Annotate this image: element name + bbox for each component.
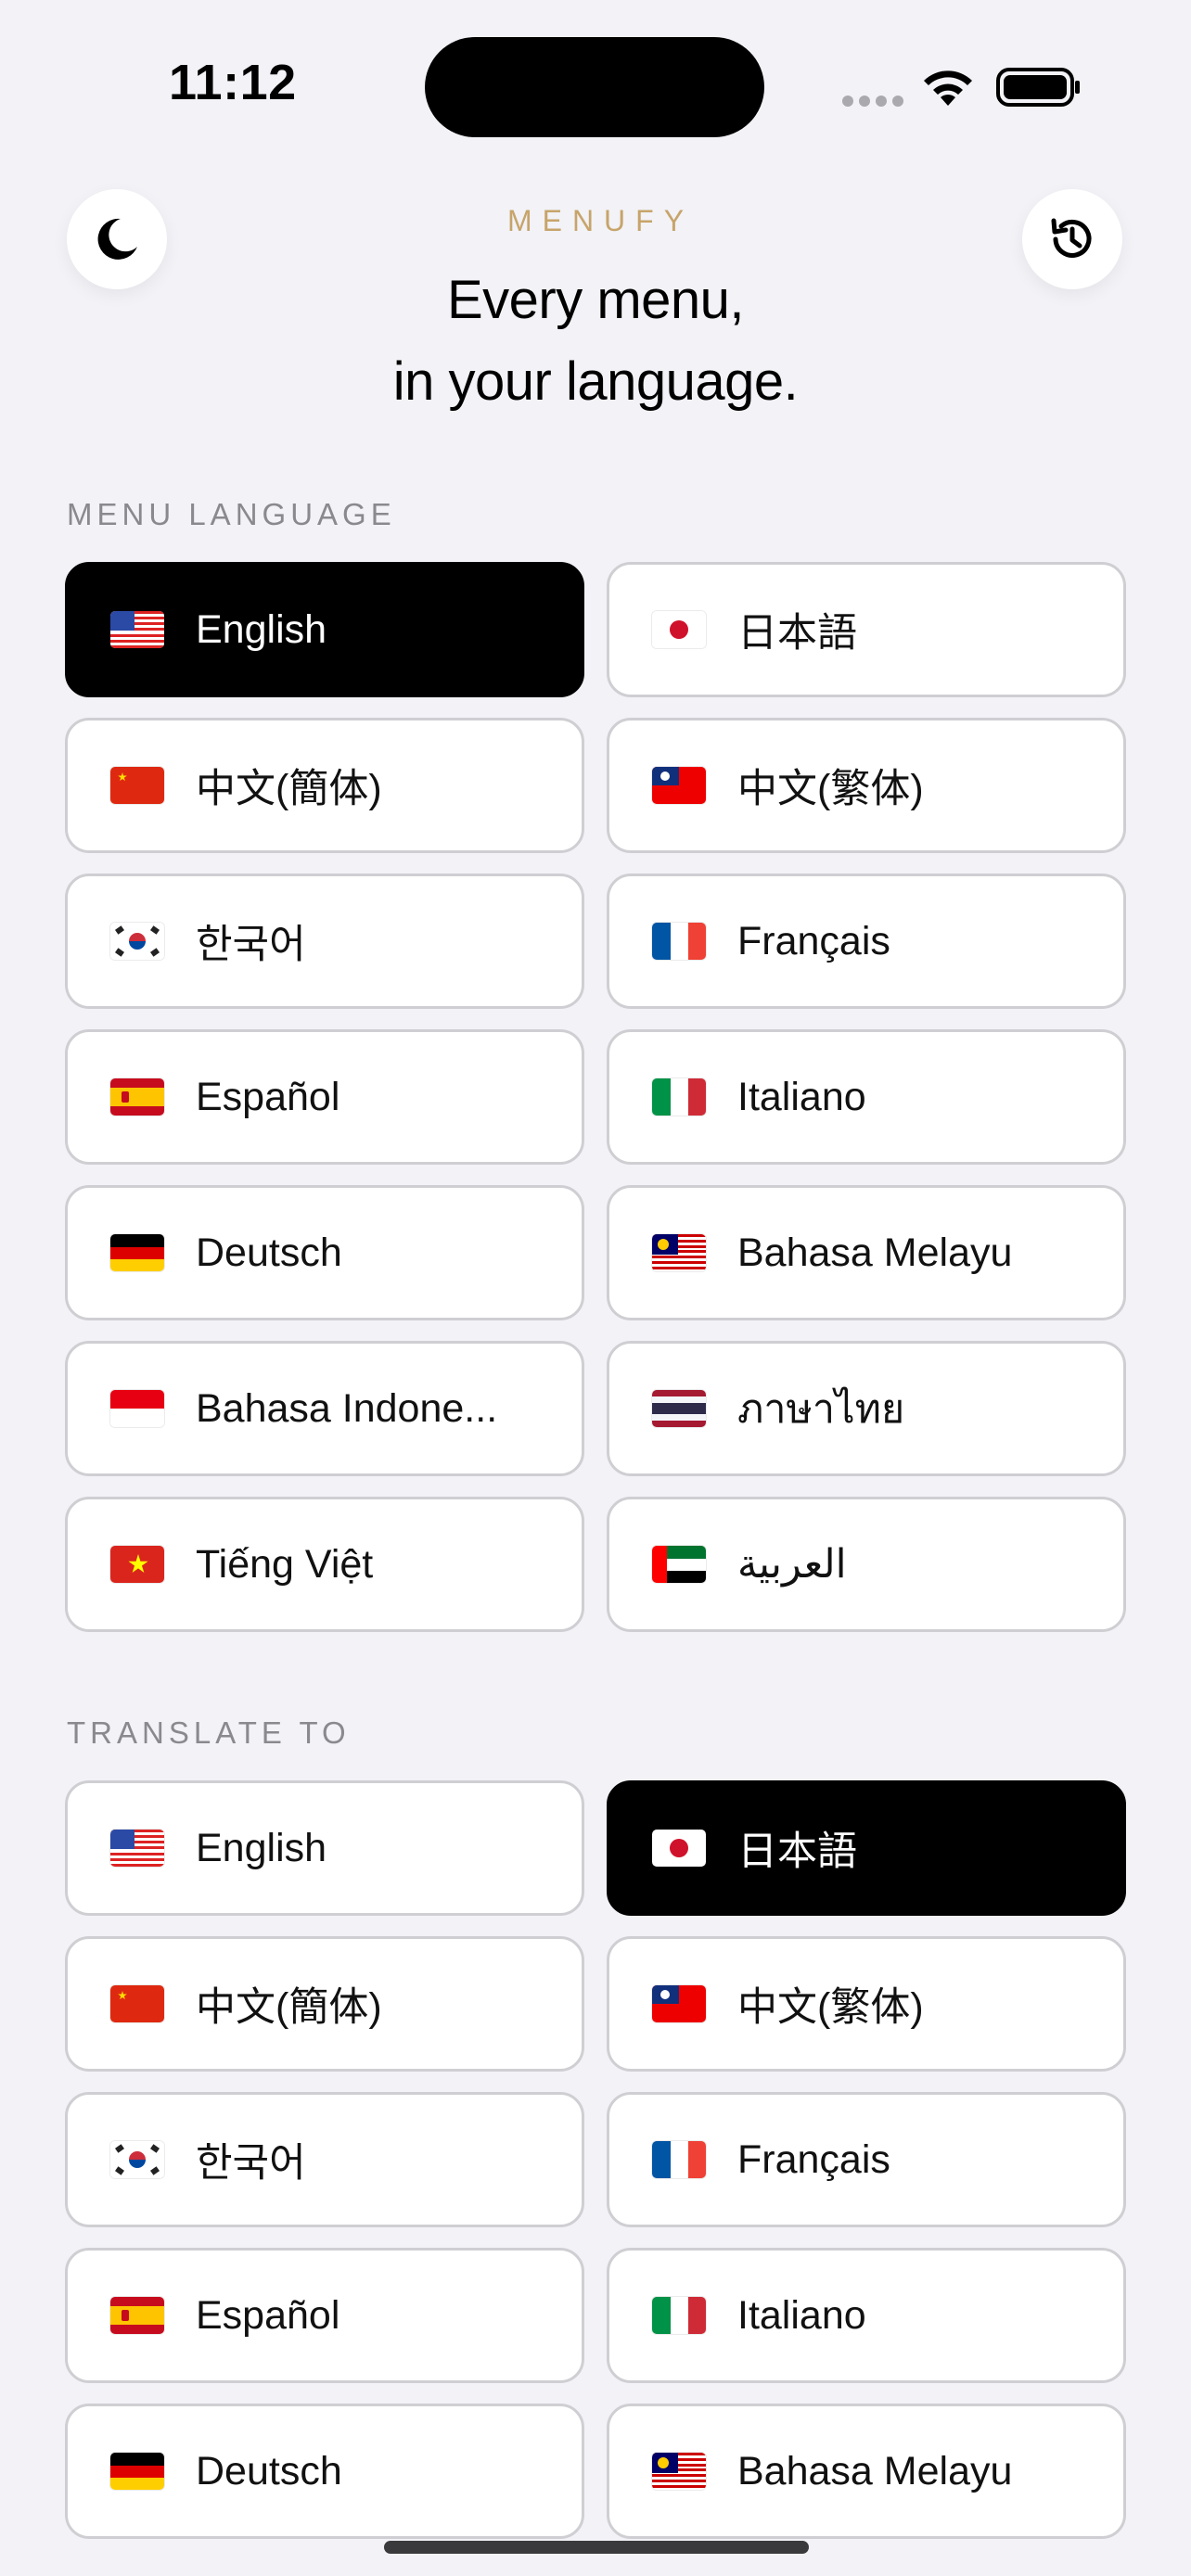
menu-language-option-english[interactable]: English — [65, 562, 584, 697]
headline-line-2: in your language. — [392, 351, 799, 412]
menu-language-option-lang-13[interactable]: العربية — [607, 1497, 1126, 1632]
wifi-icon — [924, 70, 972, 106]
flag-jp-icon — [652, 611, 706, 648]
menu-language-option-fran-ais[interactable]: Français — [607, 874, 1126, 1009]
flag-es-icon — [110, 1078, 164, 1116]
flag-us-icon — [110, 611, 164, 648]
language-label: Français — [737, 918, 890, 963]
app-screen: 11:12 MENUFY Every menu, in your languag… — [0, 0, 1191, 2576]
flag-ae-icon — [652, 1546, 706, 1583]
language-label: 한국어 — [196, 2141, 306, 2186]
flag-it-icon — [652, 1078, 706, 1116]
flag-us-icon — [110, 1830, 164, 1867]
flag-my-icon — [652, 2453, 706, 2490]
language-label: Tiếng Việt — [196, 1541, 374, 1587]
translate-to-option-fran-ais[interactable]: Français — [607, 2092, 1126, 2227]
language-label: 한국어 — [196, 923, 306, 967]
menu-language-option-lang-2[interactable]: 中文(簡体) — [65, 718, 584, 853]
menu-language-option-bahasa-indone[interactable]: Bahasa Indone... — [65, 1341, 584, 1476]
flag-tw-icon — [652, 1985, 706, 2022]
language-label: Bahasa Melayu — [737, 1230, 1013, 1275]
flag-es-icon — [110, 2297, 164, 2334]
flag-cn-icon — [110, 767, 164, 804]
flag-fr-icon — [652, 2141, 706, 2178]
language-label: Deutsch — [196, 1230, 342, 1275]
menu-language-label: MENU LANGUAGE — [67, 497, 396, 531]
flag-id-icon — [110, 1390, 164, 1427]
flag-it-icon — [652, 2297, 706, 2334]
translate-to-option-lang-4[interactable]: 한국어 — [65, 2092, 584, 2227]
language-label: English — [196, 606, 327, 652]
language-label: Français — [737, 2136, 890, 2182]
home-indicator — [384, 2541, 809, 2554]
translate-to-label: TRANSLATE TO — [67, 1715, 351, 1750]
language-label: ภาษาไทย — [737, 1387, 905, 1432]
flag-kr-icon — [110, 2141, 164, 2178]
language-label: Deutsch — [196, 2448, 342, 2493]
language-label: العربية — [737, 1542, 847, 1587]
language-label: 中文(簡体) — [196, 767, 382, 811]
battery-icon — [996, 68, 1080, 107]
menu-language-option-bahasa-melayu[interactable]: Bahasa Melayu — [607, 1185, 1126, 1320]
menu-language-option-ti-ng-vi-t[interactable]: Tiếng Việt — [65, 1497, 584, 1632]
menu-language-option-lang-1[interactable]: 日本語 — [607, 562, 1126, 697]
language-label: 中文(繁体) — [737, 1985, 924, 2030]
translate-to-option-italiano[interactable]: Italiano — [607, 2248, 1126, 2383]
language-label: English — [196, 1825, 327, 1870]
flag-kr-icon — [110, 923, 164, 960]
flag-my-icon — [652, 1234, 706, 1271]
flag-fr-icon — [652, 923, 706, 960]
language-label: Bahasa Indone... — [196, 1385, 498, 1431]
menu-language-option-deutsch[interactable]: Deutsch — [65, 1185, 584, 1320]
translate-to-option-deutsch[interactable]: Deutsch — [65, 2404, 584, 2539]
flag-tw-icon — [652, 767, 706, 804]
app-brand: MENUFY — [506, 204, 695, 237]
language-label: 日本語 — [737, 1830, 857, 1874]
translate-to-option-bahasa-melayu[interactable]: Bahasa Melayu — [607, 2404, 1126, 2539]
flag-de-icon — [110, 2453, 164, 2490]
menu-language-option-lang-11[interactable]: ภาษาไทย — [607, 1341, 1126, 1476]
translate-to-option-espa-ol[interactable]: Español — [65, 2248, 584, 2383]
translate-to-option-lang-3[interactable]: 中文(繁体) — [607, 1936, 1126, 2072]
dynamic-island — [425, 37, 764, 137]
flag-cn-icon — [110, 1985, 164, 2022]
page-headline: Every menu, in your language. — [0, 260, 1191, 423]
menu-language-option-espa-ol[interactable]: Español — [65, 1029, 584, 1165]
flag-jp-icon — [652, 1830, 706, 1867]
language-label: 日本語 — [737, 611, 857, 656]
translate-to-option-lang-2[interactable]: 中文(簡体) — [65, 1936, 584, 2072]
flag-vn-icon — [110, 1546, 164, 1583]
menu-language-option-italiano[interactable]: Italiano — [607, 1029, 1126, 1165]
history-button[interactable] — [1022, 189, 1122, 289]
menu-language-option-lang-4[interactable]: 한국어 — [65, 874, 584, 1009]
language-label: Italiano — [737, 2292, 866, 2338]
status-time: 11:12 — [169, 55, 297, 110]
flag-th-icon — [652, 1390, 706, 1427]
history-icon — [1051, 218, 1092, 258]
language-label: Italiano — [737, 1074, 866, 1119]
translate-to-option-lang-1[interactable]: 日本語 — [607, 1780, 1126, 1916]
flag-de-icon — [110, 1234, 164, 1271]
status-icons — [842, 63, 1083, 109]
language-label: Español — [196, 2292, 340, 2338]
language-label: Español — [196, 1074, 340, 1119]
translate-to-option-english[interactable]: English — [65, 1780, 584, 1916]
cellular-signal-icon — [842, 95, 909, 111]
language-label: 中文(繁体) — [737, 767, 924, 811]
language-label: Bahasa Melayu — [737, 2448, 1013, 2493]
menu-language-option-lang-3[interactable]: 中文(繁体) — [607, 718, 1126, 853]
headline-line-1: Every menu, — [446, 270, 745, 330]
language-label: 中文(簡体) — [196, 1985, 382, 2030]
